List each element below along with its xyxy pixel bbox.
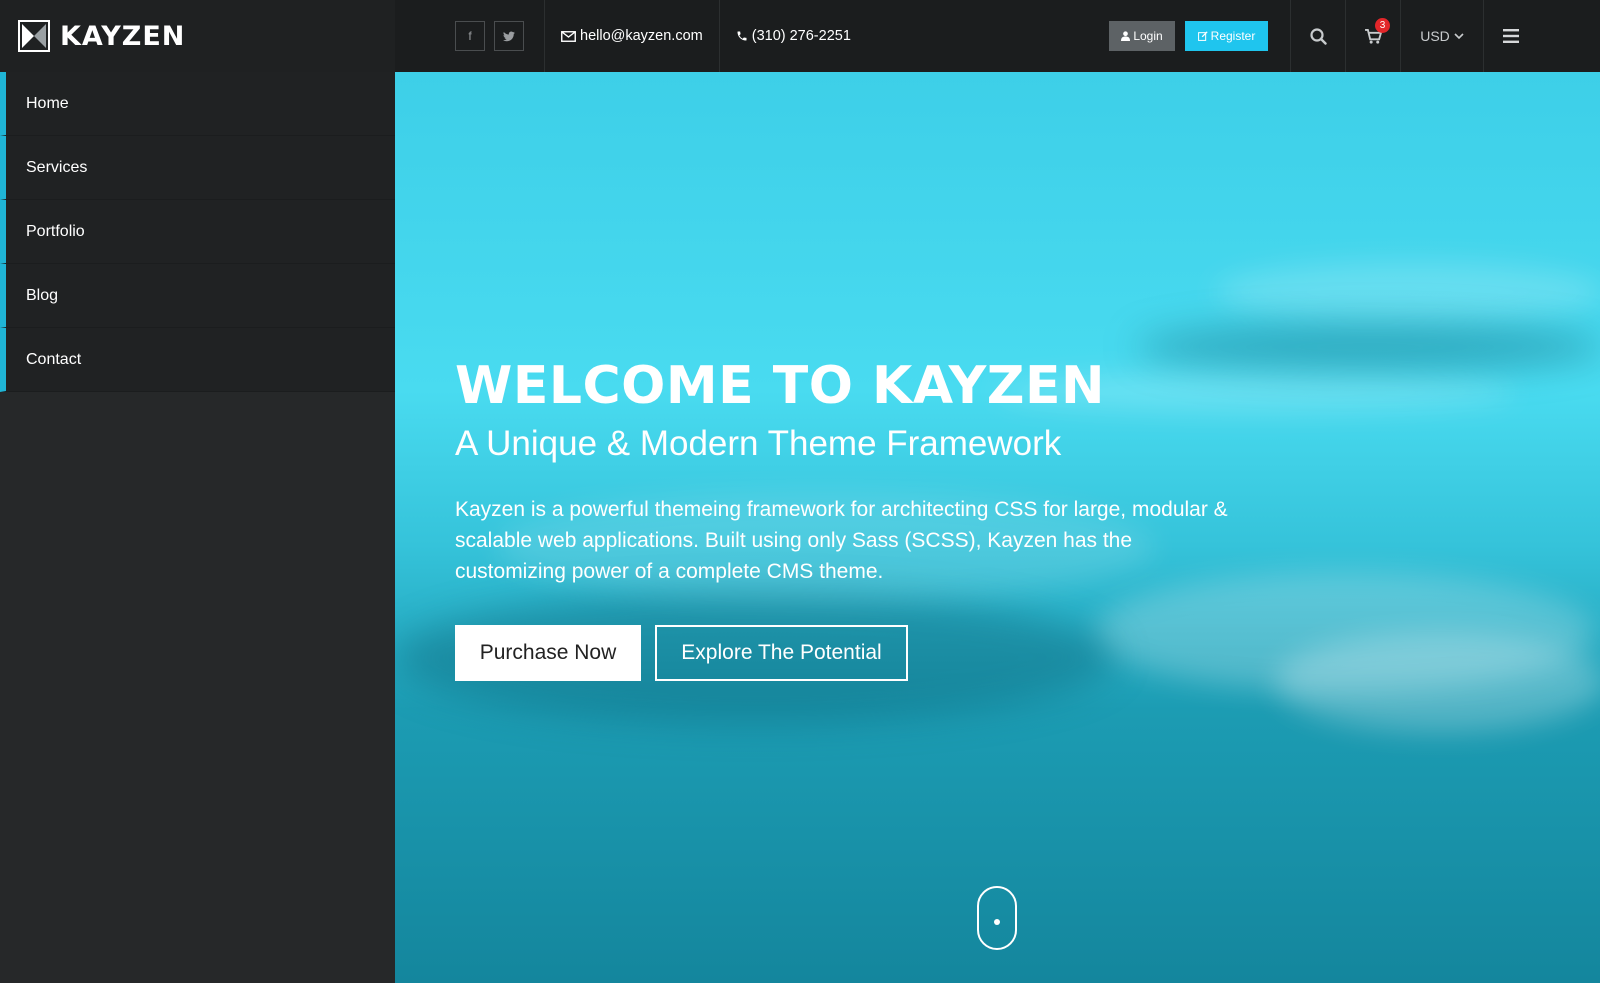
sidebar: KAYZEN Home Services Portfolio Blog Cont… <box>0 0 395 983</box>
purchase-now-button[interactable]: Purchase Now <box>455 625 641 681</box>
currency-value: USD <box>1420 28 1450 44</box>
hamburger-menu-icon <box>1503 29 1519 43</box>
email-text: hello@kayzen.com <box>580 28 703 44</box>
explore-potential-button[interactable]: Explore The Potential <box>655 625 908 681</box>
logo[interactable]: KAYZEN <box>0 0 395 72</box>
facebook-glyph: f <box>468 29 472 43</box>
menu-button[interactable] <box>1484 0 1538 72</box>
phone-text: (310) 276-2251 <box>751 28 851 44</box>
email-contact[interactable]: hello@kayzen.com <box>545 0 719 72</box>
scroll-down-indicator[interactable] <box>977 886 1017 950</box>
background-cloud <box>1215 262 1600 322</box>
cart-count-badge: 3 <box>1375 18 1390 33</box>
cart-button[interactable]: 3 <box>1346 0 1400 72</box>
hero-buttons: Purchase Now Explore The Potential <box>455 625 1255 681</box>
sidebar-item-services[interactable]: Services <box>0 136 395 200</box>
search-button[interactable] <box>1291 0 1345 72</box>
background-cloud <box>1275 632 1600 732</box>
edit-icon <box>1197 31 1208 41</box>
twitter-icon[interactable] <box>494 21 524 51</box>
register-button[interactable]: Register <box>1185 21 1268 51</box>
hero-section: WELCOME TO KAYZEN A Unique & Modern Them… <box>395 72 1600 983</box>
login-button[interactable]: Login <box>1109 21 1175 51</box>
top-bar: f hello@kayzen.com (310) 276-2251 Login … <box>395 0 1600 72</box>
currency-select[interactable]: USD <box>1401 0 1483 72</box>
user-icon <box>1121 31 1131 41</box>
envelope-icon <box>561 30 576 42</box>
twitter-glyph <box>503 30 515 41</box>
register-label: Register <box>1210 29 1256 43</box>
sidebar-item-home[interactable]: Home <box>0 72 395 136</box>
sidebar-item-contact[interactable]: Contact <box>0 328 395 392</box>
kayzen-logo-icon <box>18 20 50 52</box>
login-label: Login <box>1133 29 1163 43</box>
hero-content: WELCOME TO KAYZEN A Unique & Modern Them… <box>455 356 1255 681</box>
search-icon <box>1309 27 1327 45</box>
sidebar-item-portfolio[interactable]: Portfolio <box>0 200 395 264</box>
phone-contact[interactable]: (310) 276-2251 <box>720 0 867 72</box>
sidebar-item-blog[interactable]: Blog <box>0 264 395 328</box>
phone-icon <box>737 31 747 41</box>
sidebar-nav: Home Services Portfolio Blog Contact <box>0 72 395 392</box>
brand-name: KAYZEN <box>60 20 186 52</box>
chevron-down-icon <box>1454 32 1464 39</box>
auth-buttons: Login Register <box>1109 21 1290 51</box>
hero-subtitle: A Unique & Modern Theme Framework <box>455 424 1062 463</box>
facebook-icon[interactable]: f <box>455 21 485 51</box>
scroll-dot <box>994 919 1000 925</box>
social-links: f <box>455 21 524 51</box>
hero-title: WELCOME TO KAYZEN <box>455 356 1105 416</box>
hero-description: Kayzen is a powerful themeing framework … <box>455 498 1228 583</box>
